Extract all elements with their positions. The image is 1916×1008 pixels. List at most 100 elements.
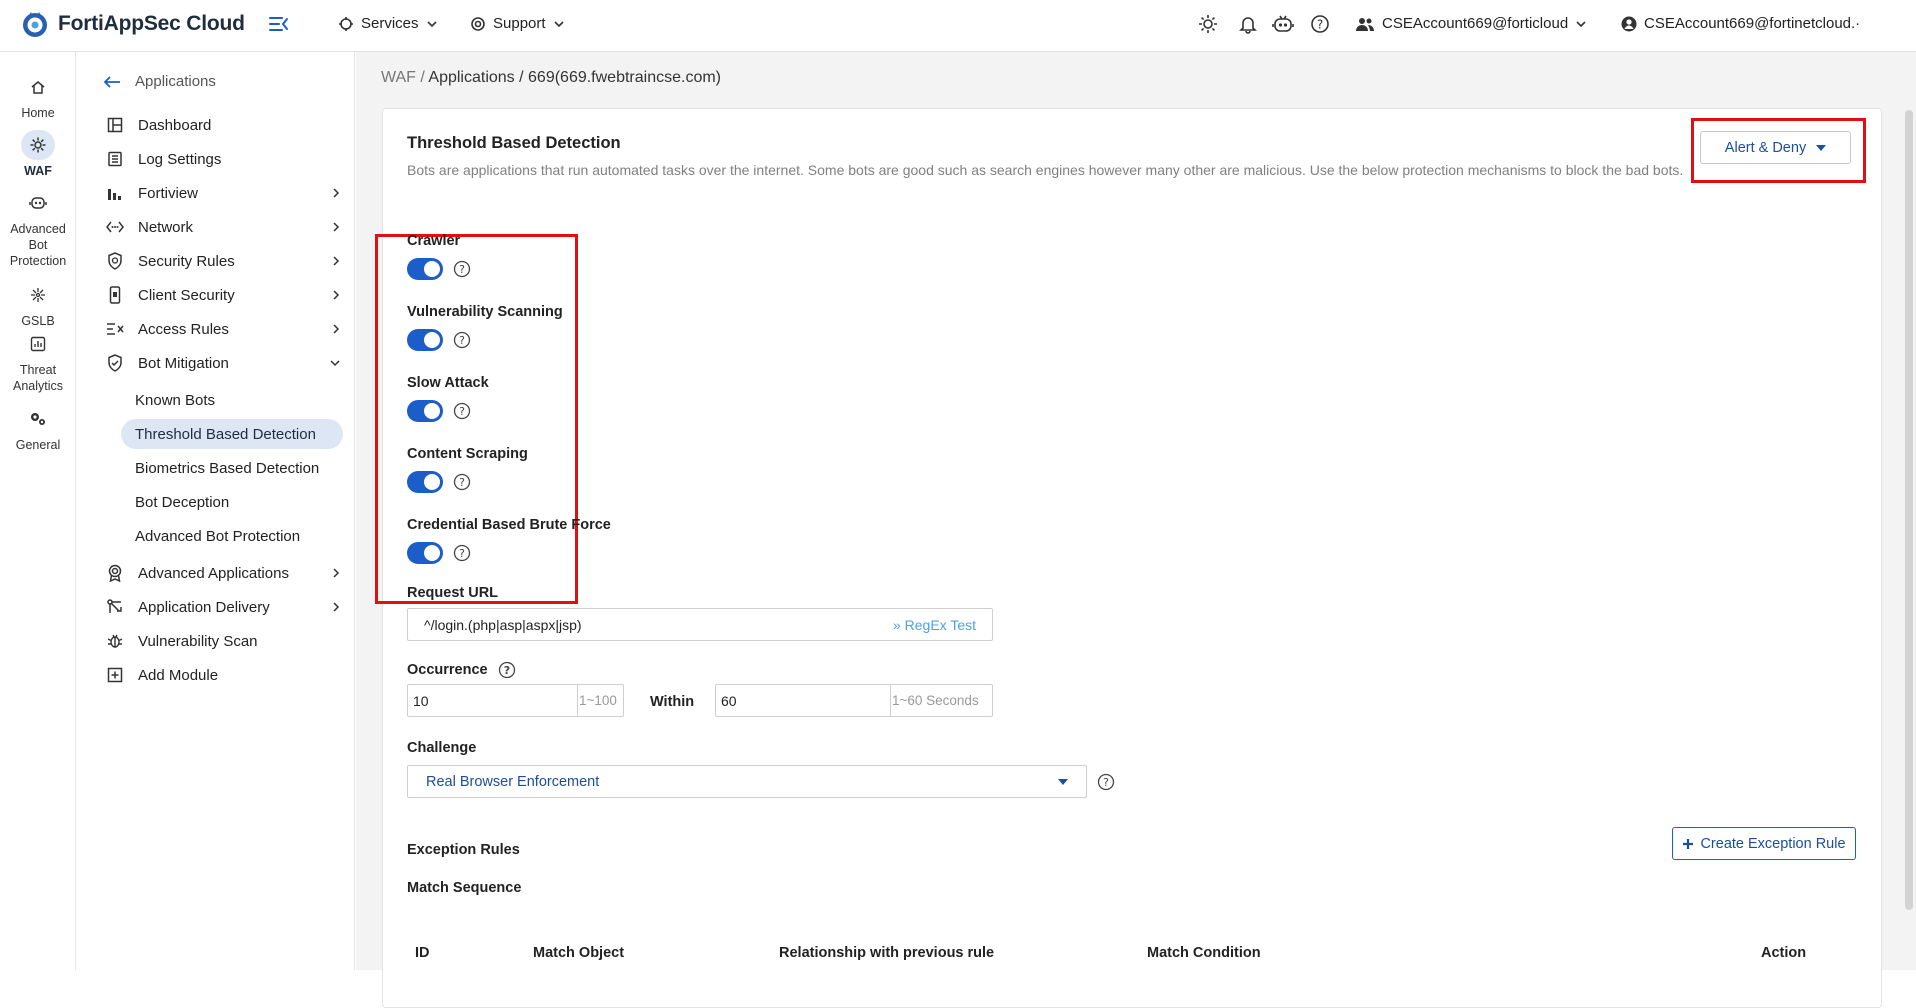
top-bar: FortiAppSec Cloud Services Support ? CSE… — [0, 0, 1916, 52]
rail-threat-analytics[interactable]: Threat Analytics — [0, 329, 76, 394]
home-icon — [31, 81, 45, 94]
sidebar-item-label: Add Module — [138, 666, 219, 684]
breadcrumb: WAF / Applications / 669(669.fwebtraincs… — [381, 69, 721, 87]
within-value: 60 — [721, 692, 737, 709]
users-icon — [1356, 17, 1374, 31]
rail-general[interactable]: General — [0, 404, 76, 453]
bot-shield-icon — [108, 354, 122, 372]
column-header-id: ID — [415, 945, 430, 961]
rail-label: Advanced Bot Protection — [9, 222, 67, 268]
plus-icon — [1683, 838, 1694, 849]
fortiappsec-logo-icon — [23, 12, 47, 37]
app-logo[interactable]: FortiAppSec Cloud — [20, 9, 245, 39]
rail-home[interactable]: Home — [0, 72, 76, 121]
occurrence-label-group: Occurrence ? — [407, 661, 516, 679]
sidebar-item-network[interactable]: Network — [105, 213, 341, 241]
svg-text:?: ? — [503, 664, 509, 677]
waf-icon — [30, 137, 46, 153]
section-description: Bots are applications that run automated… — [407, 162, 1684, 178]
help-icon[interactable]: ? — [453, 260, 471, 278]
toggle-slow-attack: Slow Attack ? — [407, 373, 489, 422]
sidebar-item-label: Network — [138, 218, 194, 236]
within-label: Within — [650, 694, 695, 710]
request-url-input[interactable]: ^/login.(php|asp|aspx|jsp) » RegEx Test — [407, 608, 993, 641]
theme-toggle-icon[interactable] — [1198, 14, 1218, 34]
support-menu[interactable]: Support — [470, 15, 565, 32]
account-switcher[interactable]: CSEAccount669@forticloud — [1355, 15, 1587, 32]
vulnerability-scanning-switch[interactable] — [407, 329, 443, 351]
sidebar-item-application-delivery[interactable]: Application Delivery — [105, 593, 341, 621]
crawler-switch[interactable] — [407, 258, 443, 280]
help-icon[interactable]: ? — [453, 331, 471, 349]
chevron-right-icon — [333, 256, 340, 266]
chevron-down-icon — [426, 20, 437, 27]
phone-icon — [109, 286, 121, 304]
bot-assistant-icon[interactable] — [1272, 14, 1294, 34]
sidebar-subitem-label: Bot Deception — [135, 493, 230, 511]
regex-test-link[interactable]: » RegEx Test — [893, 617, 976, 633]
network-icon — [106, 221, 124, 233]
help-icon[interactable]: ? — [1097, 773, 1115, 791]
support-icon — [471, 16, 485, 31]
breadcrumb-root[interactable]: WAF — [381, 69, 416, 86]
sidebar-item-security-rules[interactable]: Security Rules — [105, 247, 341, 275]
collapse-menu-icon[interactable] — [268, 14, 290, 34]
sidebar-item-advanced-applications[interactable]: Advanced Applications — [105, 559, 341, 587]
user-menu[interactable]: CSEAccount669@fortinetcloud.· — [1621, 15, 1906, 32]
sidebar-item-label: Access Rules — [138, 320, 229, 338]
exception-rules-label: Exception Rules — [407, 842, 520, 858]
request-url-label: Request URL — [407, 585, 499, 601]
services-menu[interactable]: Services — [338, 15, 438, 32]
sidebar-item-label: Advanced Applications — [138, 564, 289, 582]
sidebar-subitem-label: Advanced Bot Protection — [135, 527, 301, 545]
challenge-value: Real Browser Enforcement — [426, 773, 600, 790]
sidebar-subitem-advanced-bot-protection[interactable]: Advanced Bot Protection — [121, 521, 343, 551]
svg-text:?: ? — [1103, 776, 1109, 789]
sidebar-subitem-bot-deception[interactable]: Bot Deception — [121, 487, 343, 517]
sidebar-item-client-security[interactable]: Client Security — [105, 281, 341, 309]
chevron-down-icon — [330, 360, 340, 367]
sidebar-item-label: Dashboard — [138, 116, 212, 134]
bell-icon[interactable] — [1239, 14, 1257, 34]
sidebar-item-add-module[interactable]: Add Module — [105, 661, 341, 689]
sidebar-subitem-known-bots[interactable]: Known Bots — [121, 385, 343, 415]
main-content: WAF / Applications / 669(669.fwebtraincs… — [356, 52, 1916, 1008]
help-icon[interactable]: ? — [453, 402, 471, 420]
within-input[interactable]: 60 1~60 Seconds — [715, 684, 993, 717]
help-icon[interactable]: ? — [1310, 14, 1330, 34]
help-icon[interactable]: ? — [453, 473, 471, 491]
rail-label: Home — [21, 106, 55, 120]
toggle-label: Crawler — [407, 233, 461, 249]
svg-text:?: ? — [459, 547, 465, 560]
svg-text:?: ? — [459, 476, 465, 489]
occurrence-input[interactable]: 10 1~100 — [407, 684, 624, 717]
sidebar-item-vulnerability-scan[interactable]: Vulnerability Scan — [105, 627, 341, 655]
sidebar-subitem-label: Known Bots — [135, 391, 216, 409]
rail-waf[interactable]: WAF — [0, 130, 76, 179]
rail-advanced-bot-protection[interactable]: Advanced Bot Protection — [0, 188, 76, 269]
back-to-applications[interactable]: Applications — [103, 73, 216, 90]
match-sequence-label: Match Sequence — [407, 880, 522, 896]
sidebar-subitem-threshold-based-detection[interactable]: Threshold Based Detection — [121, 419, 343, 449]
content-scraping-switch[interactable] — [407, 471, 443, 493]
sidebar-item-bot-mitigation[interactable]: Bot Mitigation — [105, 349, 341, 377]
account-label: CSEAccount669@forticloud — [1382, 15, 1569, 32]
sidebar-item-dashboard[interactable]: Dashboard — [105, 111, 341, 139]
sidebar-item-fortiview[interactable]: Fortiview — [105, 179, 341, 207]
toggle-label: Content Scraping — [407, 446, 528, 462]
help-icon[interactable]: ? — [453, 544, 471, 562]
services-label: Services — [361, 15, 419, 32]
help-icon[interactable]: ? — [498, 661, 516, 679]
create-exception-rule-button[interactable]: Create Exception Rule — [1672, 827, 1856, 860]
toggle-credential-brute-force: Credential Based Brute Force ? — [407, 515, 611, 564]
sidebar-item-access-rules[interactable]: Access Rules — [105, 315, 341, 343]
main-scrollbar[interactable] — [1905, 110, 1913, 910]
sidebar: Applications Dashboard Log Settings Fort… — [77, 52, 355, 970]
credential-brute-force-switch[interactable] — [407, 542, 443, 564]
challenge-select[interactable]: Real Browser Enforcement — [407, 765, 1087, 798]
sidebar-subitem-biometrics-based-detection[interactable]: Biometrics Based Detection — [121, 453, 343, 483]
sidebar-item-log-settings[interactable]: Log Settings — [105, 145, 341, 173]
sidebar-item-label: Security Rules — [138, 252, 235, 270]
rail-gslb[interactable]: GSLB — [0, 280, 76, 329]
slow-attack-switch[interactable] — [407, 400, 443, 422]
